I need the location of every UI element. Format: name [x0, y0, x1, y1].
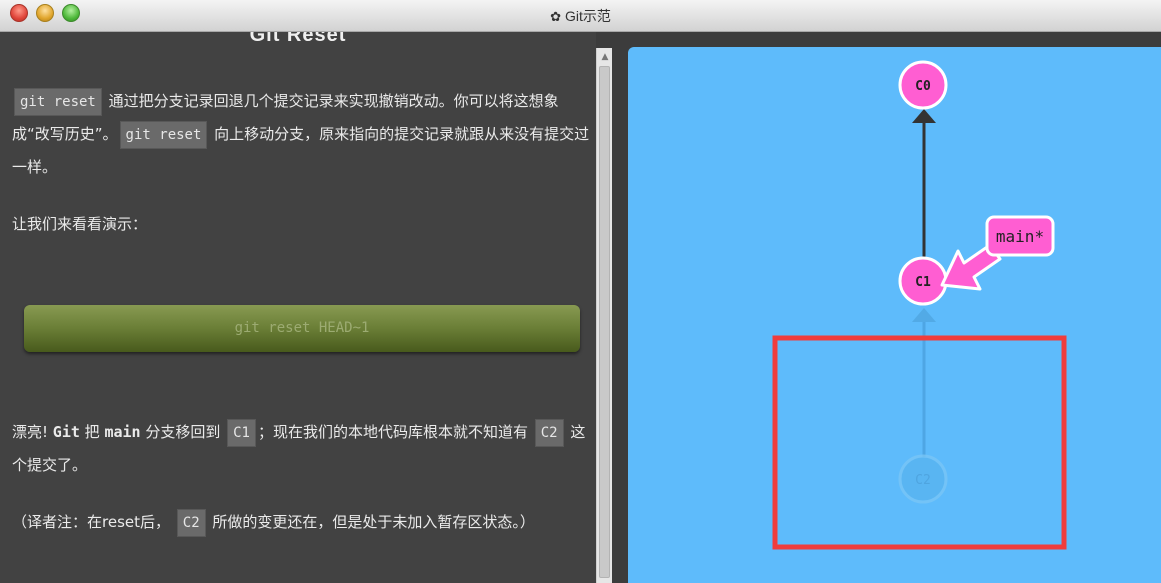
edge-c2-c1-arrowhead	[912, 308, 936, 322]
git-graph: C0 C1 C2 main*	[772, 60, 1067, 550]
lesson-scrollbar[interactable]: ▲	[596, 48, 612, 583]
svg-text:C2: C2	[915, 473, 931, 488]
lesson-paragraph-4: （译者注：在reset后， C2 所做的变更还在，但是处于未加入暂存区状态。）	[12, 506, 594, 539]
window-title: ✿ Git示范	[550, 8, 611, 24]
branch-label: main*	[996, 227, 1044, 246]
scroll-thumb[interactable]	[599, 66, 610, 578]
highlight-box	[772, 335, 1067, 550]
lesson-paragraph-3: 漂亮! Git 把 main 分支移回到 C1 ；现在我们的本地代码库根本就不知道…	[12, 416, 594, 482]
inline-code: git reset	[14, 88, 102, 116]
window-titlebar: ✿ Git示范	[0, 0, 1161, 32]
scroll-up-icon[interactable]: ▲	[597, 50, 613, 64]
demo-command-button[interactable]: git reset HEAD~1	[24, 305, 580, 352]
lesson-heading: Git Reset	[249, 32, 347, 46]
commit-node-c2[interactable]: C2	[898, 454, 948, 504]
panel-divider	[612, 32, 628, 583]
svg-text:C1: C1	[915, 275, 931, 290]
branch-main[interactable]: main*	[940, 215, 1055, 291]
inline-code: C2	[176, 509, 206, 537]
lesson-panel: Git Reset git reset 通过把分支记录回退几个提交记录来实现撤销…	[0, 32, 596, 583]
commit-node-c1[interactable]: C1	[898, 256, 948, 306]
git-graph-panel: C0 C1 C2 main*	[628, 47, 1161, 583]
commit-node-c0[interactable]: C0	[898, 60, 948, 110]
edge-c1-c0-arrowhead	[912, 109, 936, 123]
inline-code: git reset	[119, 121, 208, 149]
lesson-paragraph-2: 让我们来看看演示：	[12, 215, 148, 233]
inline-code: C1	[227, 419, 256, 447]
lesson-paragraph-1: git reset 通过把分支记录回退几个提交记录来实现撤销改动。你可以将这想象…	[12, 85, 594, 184]
svg-text:C0: C0	[915, 79, 931, 94]
inline-code: C2	[534, 419, 564, 447]
gear-icon: ✿	[550, 9, 561, 24]
